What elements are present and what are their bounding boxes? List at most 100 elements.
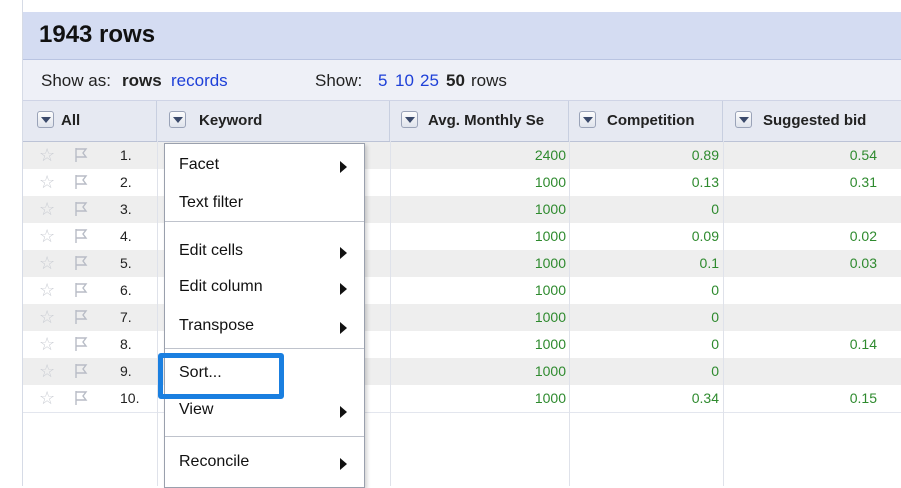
menu-item-label: Facet	[179, 156, 220, 173]
page-size-50[interactable]: 50	[446, 71, 465, 91]
competition-cell[interactable]: 0	[569, 304, 719, 331]
table-row: ☆ 1. 2400 0.89 0.54	[23, 142, 901, 170]
suggested-bid-cell[interactable]	[723, 358, 877, 385]
menu-separator	[165, 348, 364, 349]
competition-cell[interactable]: 0.89	[569, 142, 719, 169]
menu-item-transpose[interactable]: Transpose	[165, 311, 364, 341]
flag-icon[interactable]	[74, 390, 88, 406]
menu-item-facet[interactable]: Facet	[165, 150, 364, 180]
competition-cell[interactable]: 0	[569, 196, 719, 223]
table-row: ☆ 2. 1000 0.13 0.31	[23, 169, 901, 197]
table-row: ☆ 3. 1000 0	[23, 196, 901, 224]
column-header-avg-monthly[interactable]: Avg. Monthly Se	[390, 101, 569, 141]
menu-item-text-filter[interactable]: Text filter	[165, 188, 364, 218]
show-label: Show:	[315, 71, 363, 90]
column-header-all[interactable]: All	[23, 101, 157, 141]
row-index: 10.	[120, 390, 140, 406]
avg-monthly-cell[interactable]: 1000	[392, 358, 566, 385]
column-label: Competition	[607, 112, 695, 129]
avg-monthly-cell[interactable]: 1000	[392, 385, 566, 412]
flag-icon[interactable]	[74, 255, 88, 271]
menu-separator	[165, 436, 364, 437]
dropdown-arrow-icon[interactable]	[579, 111, 596, 128]
column-label: All	[61, 112, 81, 129]
star-icon[interactable]: ☆	[39, 335, 55, 353]
view-options-bar: Show as: rows records Show: 5 10 25 50 r…	[23, 60, 901, 101]
competition-cell[interactable]: 0.09	[569, 223, 719, 250]
page-size-25-link[interactable]: 25	[420, 71, 439, 91]
star-icon[interactable]: ☆	[39, 308, 55, 326]
row-index: 9.	[120, 363, 132, 379]
flag-icon[interactable]	[74, 309, 88, 325]
flag-icon[interactable]	[74, 336, 88, 352]
show-as-label: Show as:	[41, 71, 111, 90]
flag-icon[interactable]	[74, 228, 88, 244]
flag-icon[interactable]	[74, 282, 88, 298]
flag-icon[interactable]	[74, 174, 88, 190]
avg-monthly-cell[interactable]: 1000	[392, 196, 566, 223]
star-icon[interactable]: ☆	[39, 281, 55, 299]
star-icon[interactable]: ☆	[39, 173, 55, 191]
suggested-bid-cell[interactable]: 0.31	[723, 169, 877, 196]
page-size-5-link[interactable]: 5	[378, 71, 387, 91]
star-icon[interactable]: ☆	[39, 362, 55, 380]
flag-icon[interactable]	[74, 201, 88, 217]
page-size-10-link[interactable]: 10	[395, 71, 414, 91]
dropdown-arrow-icon[interactable]	[37, 111, 54, 128]
column-dropdown-menu: Facet Text filter Edit cells Edit column Tra…	[164, 143, 365, 488]
suggested-bid-cell[interactable]: 0.15	[723, 385, 877, 412]
suggested-bid-cell[interactable]	[723, 304, 877, 331]
menu-item-view[interactable]: View	[165, 395, 364, 425]
dropdown-arrow-icon[interactable]	[169, 111, 186, 128]
star-icon[interactable]: ☆	[39, 200, 55, 218]
suggested-bid-cell[interactable]: 0.02	[723, 223, 877, 250]
menu-item-reconcile[interactable]: Reconcile	[165, 447, 364, 477]
avg-monthly-cell[interactable]: 1000	[392, 169, 566, 196]
row-index: 7.	[120, 309, 132, 325]
column-header-competition[interactable]: Competition	[569, 101, 723, 141]
avg-monthly-cell[interactable]: 1000	[392, 304, 566, 331]
submenu-arrow-icon	[340, 406, 347, 418]
star-icon[interactable]: ☆	[39, 227, 55, 245]
column-header-keyword[interactable]: Keyword	[157, 101, 390, 141]
competition-cell[interactable]: 0	[569, 277, 719, 304]
menu-item-edit-column[interactable]: Edit column	[165, 272, 364, 302]
avg-monthly-cell[interactable]: 1000	[392, 250, 566, 277]
competition-cell[interactable]: 0.13	[569, 169, 719, 196]
competition-cell[interactable]: 0.34	[569, 385, 719, 412]
competition-cell[interactable]: 0	[569, 358, 719, 385]
menu-item-edit-cells[interactable]: Edit cells	[165, 236, 364, 266]
competition-cell[interactable]: 0.1	[569, 250, 719, 277]
star-icon[interactable]: ☆	[39, 146, 55, 164]
suggested-bid-cell[interactable]: 0.03	[723, 250, 877, 277]
flag-icon[interactable]	[74, 363, 88, 379]
submenu-arrow-icon	[340, 161, 347, 173]
avg-monthly-cell[interactable]: 1000	[392, 331, 566, 358]
competition-cell[interactable]: 0	[569, 331, 719, 358]
star-icon[interactable]: ☆	[39, 389, 55, 407]
suggested-bid-cell[interactable]	[723, 277, 877, 304]
column-label: Suggested bid	[763, 112, 867, 129]
avg-monthly-cell[interactable]: 2400	[392, 142, 566, 169]
rows-suffix: rows	[471, 71, 507, 90]
avg-monthly-cell[interactable]: 1000	[392, 223, 566, 250]
row-index: 8.	[120, 336, 132, 352]
dropdown-arrow-icon[interactable]	[401, 111, 418, 128]
suggested-bid-cell[interactable]: 0.54	[723, 142, 877, 169]
submenu-arrow-icon	[340, 283, 347, 295]
mode-records-link[interactable]: records	[171, 71, 228, 91]
column-label: Keyword	[199, 112, 263, 129]
column-divider	[569, 141, 570, 486]
row-count-title: 1943 rows	[39, 21, 156, 48]
flag-icon[interactable]	[74, 147, 88, 163]
suggested-bid-cell[interactable]: 0.14	[723, 331, 877, 358]
mode-rows[interactable]: rows	[122, 71, 162, 91]
column-header-suggested-bid[interactable]: Suggested bid	[723, 101, 901, 141]
column-divider	[390, 141, 391, 486]
star-icon[interactable]: ☆	[39, 254, 55, 272]
dropdown-arrow-icon[interactable]	[735, 111, 752, 128]
submenu-arrow-icon	[340, 247, 347, 259]
avg-monthly-cell[interactable]: 1000	[392, 277, 566, 304]
suggested-bid-cell[interactable]	[723, 196, 877, 223]
column-label: Avg. Monthly Se	[428, 112, 545, 129]
